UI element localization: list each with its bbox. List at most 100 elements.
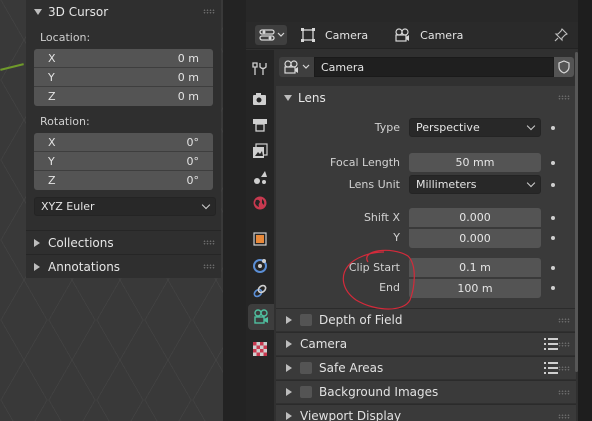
sidebar-npanel: 3D Cursor Location: X0 m Y0 m Z0 m Rotat… xyxy=(26,0,221,278)
chevron-down-icon xyxy=(302,64,310,69)
collections-panel-header[interactable]: Collections xyxy=(26,230,221,254)
browse-camera-data-button[interactable] xyxy=(279,57,314,77)
tab-texture[interactable] xyxy=(246,336,274,362)
chevron-down-icon xyxy=(277,32,285,37)
window-edge xyxy=(578,0,592,421)
location-fields: X0 m Y0 m Z0 m xyxy=(34,49,213,106)
expand-triangle-icon xyxy=(34,9,42,15)
drag-grip-icon[interactable] xyxy=(558,318,570,323)
presets-list-icon[interactable] xyxy=(544,338,558,350)
drag-grip-icon[interactable] xyxy=(558,95,570,100)
camera-panel-header[interactable]: Camera xyxy=(276,332,576,355)
lens-unit-label: Lens Unit xyxy=(348,178,400,191)
chevron-down-icon xyxy=(201,200,211,210)
rotation-mode-select[interactable]: XYZ Euler xyxy=(34,197,216,216)
texture-checker-icon xyxy=(253,342,267,356)
location-x-field[interactable]: X0 m xyxy=(34,49,213,68)
shift-y-field[interactable]: 0.000 xyxy=(409,228,541,248)
drag-grip-icon[interactable] xyxy=(558,414,570,419)
drag-grip-icon[interactable] xyxy=(558,342,570,347)
lens-panel: Lens Type Perspective Focal Length 50 mm… xyxy=(276,86,576,308)
camera-data-name-field[interactable]: Camera xyxy=(314,57,554,77)
fake-user-button[interactable] xyxy=(554,57,574,77)
world-icon xyxy=(253,196,267,210)
keyframe-dot[interactable] xyxy=(551,265,555,270)
location-z-field[interactable]: Z0 m xyxy=(34,87,213,106)
drag-grip-icon[interactable] xyxy=(558,390,570,395)
chevron-down-icon xyxy=(526,121,536,131)
dof-checkbox[interactable] xyxy=(300,314,312,326)
properties-content: Camera Lens Type Perspective Focal Lengt… xyxy=(276,50,576,421)
drag-grip-icon[interactable] xyxy=(203,264,215,269)
location-y-field[interactable]: Y0 m xyxy=(34,68,213,87)
tab-world[interactable] xyxy=(246,190,274,216)
chevron-down-icon xyxy=(526,178,536,188)
tab-render[interactable] xyxy=(246,86,274,112)
breadcrumb-object: Camera xyxy=(301,28,368,42)
lens-unit-select[interactable]: Millimeters xyxy=(409,175,541,194)
clip-start-row: Clip Start 0.1 m xyxy=(276,258,576,277)
shift-x-label: Shift X xyxy=(363,211,400,224)
camera-data-green-icon xyxy=(254,309,268,324)
tab-constraints[interactable] xyxy=(246,278,274,304)
safe-areas-panel-header[interactable]: Safe Areas xyxy=(276,356,576,379)
shift-y-label: Y xyxy=(393,231,400,244)
area-divider[interactable] xyxy=(223,0,246,421)
shift-x-field[interactable]: 0.000 xyxy=(409,208,541,227)
background-images-panel-header[interactable]: Background Images xyxy=(276,380,576,403)
properties-editor: Camera Camera Camera Lens Type Perspecti… xyxy=(246,0,578,421)
collapse-triangle-icon xyxy=(286,388,292,396)
clip-end-label: End xyxy=(379,281,400,294)
object-icon xyxy=(301,28,315,42)
lens-panel-header[interactable]: Lens xyxy=(276,86,576,110)
rotation-y-field[interactable]: Y 0° xyxy=(34,152,213,171)
tool-icon xyxy=(252,62,267,75)
tab-scene[interactable] xyxy=(246,164,274,190)
collapse-triangle-icon xyxy=(34,238,40,247)
tab-camera-data[interactable] xyxy=(248,304,274,330)
drag-grip-icon[interactable] xyxy=(203,9,215,14)
keyframe-dot[interactable] xyxy=(551,160,555,165)
tab-tool[interactable] xyxy=(246,56,274,82)
focal-length-field[interactable]: 50 mm xyxy=(409,153,541,172)
clip-start-label: Clip Start xyxy=(348,261,400,274)
background-images-checkbox[interactable] xyxy=(300,386,312,398)
lens-type-select[interactable]: Perspective xyxy=(409,118,541,137)
clip-start-field[interactable]: 0.1 m xyxy=(409,258,541,277)
presets-list-icon[interactable] xyxy=(544,362,558,374)
keyframe-dot[interactable] xyxy=(551,285,555,290)
tab-output[interactable] xyxy=(246,112,274,138)
viewport-display-panel-header[interactable]: Viewport Display xyxy=(276,404,576,421)
focal-length-label: Focal Length xyxy=(330,156,400,169)
tab-object[interactable] xyxy=(246,226,274,252)
depth-of-field-panel-header[interactable]: Depth of Field xyxy=(276,308,576,331)
rotation-x-field[interactable]: X 0° xyxy=(34,133,213,152)
rotation-z-field[interactable]: Z 0° xyxy=(34,171,213,190)
3d-cursor-panel-header[interactable]: 3D Cursor xyxy=(26,0,221,24)
drag-grip-icon[interactable] xyxy=(203,240,215,245)
editor-type-button[interactable] xyxy=(255,25,287,45)
keyframe-dot[interactable] xyxy=(551,215,555,220)
collapse-triangle-icon xyxy=(286,412,292,420)
camera-datablock-row: Camera xyxy=(276,56,576,78)
tab-physics[interactable] xyxy=(246,252,274,278)
constraint-icon xyxy=(253,284,267,298)
keyframe-dot[interactable] xyxy=(551,235,555,240)
output-icon xyxy=(253,119,267,132)
clip-end-field[interactable]: 100 m xyxy=(409,278,541,298)
keyframe-dot[interactable] xyxy=(551,182,555,187)
panel-title: 3D Cursor xyxy=(48,5,109,19)
tab-view-layer[interactable] xyxy=(246,138,274,164)
view-layer-icon xyxy=(253,143,268,158)
shield-icon xyxy=(558,60,570,74)
collapse-triangle-icon xyxy=(286,340,292,348)
expand-triangle-icon xyxy=(284,95,292,101)
type-label: Type xyxy=(374,121,400,134)
keyframe-dot[interactable] xyxy=(551,125,555,130)
drag-grip-icon[interactable] xyxy=(558,366,570,371)
annotations-panel-header[interactable]: Annotations xyxy=(26,254,221,278)
pin-icon[interactable] xyxy=(554,28,568,42)
location-label: Location: xyxy=(40,31,91,44)
safe-areas-checkbox[interactable] xyxy=(300,362,312,374)
object-orange-icon xyxy=(253,232,267,246)
